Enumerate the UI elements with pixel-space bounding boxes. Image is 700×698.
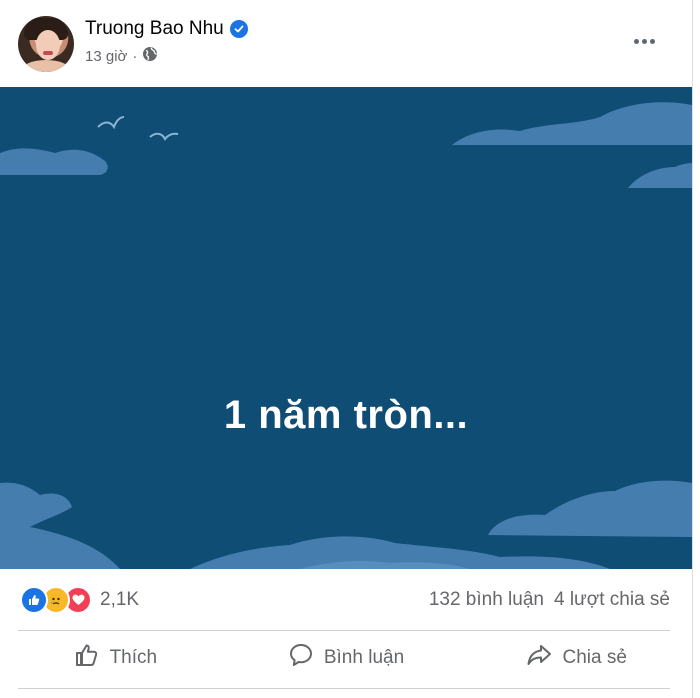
share-button[interactable]: Chia sẻ	[461, 632, 692, 684]
verified-badge-icon	[229, 20, 248, 38]
comment-label: Bình luận	[323, 647, 405, 668]
comment-count[interactable]: 132 bình luận	[429, 589, 544, 611]
post-stats: 2,1K 132 bình luận 4 lượt chia sẻ	[0, 570, 692, 630]
reaction-count: 2,1K	[100, 589, 140, 610]
reaction-summary[interactable]: 2,1K	[20, 586, 140, 614]
post-actions: Thích Bình luận Chia sẻ	[0, 632, 692, 684]
more-options-icon[interactable]	[622, 26, 666, 56]
post-text: 1 năm tròn...	[223, 393, 469, 437]
sky-illustration	[0, 102, 692, 569]
post-meta: 13 giờ ·	[85, 46, 158, 66]
author-avatar[interactable]	[18, 16, 74, 72]
author-name[interactable]: Truong Bao Nhu	[85, 18, 224, 40]
like-label: Thích	[109, 647, 158, 668]
post-background: 1 năm tròn...	[0, 87, 692, 569]
comment-button[interactable]: Bình luận	[231, 632, 462, 684]
thumbs-up-icon	[74, 642, 100, 674]
like-button[interactable]: Thích	[0, 632, 231, 684]
comment-bubble-icon	[288, 642, 314, 674]
share-arrow-icon	[526, 642, 552, 674]
actions-divider	[18, 688, 670, 689]
share-label: Chia sẻ	[562, 647, 627, 668]
like-reaction-icon	[20, 586, 48, 614]
post-time[interactable]: 13 giờ	[85, 48, 127, 65]
post-card: Truong Bao Nhu 13 giờ · 1 năm tròn... 2,…	[0, 0, 693, 698]
meta-separator: ·	[132, 47, 138, 65]
share-count[interactable]: 4 lượt chia sẻ	[554, 589, 670, 611]
post-header: Truong Bao Nhu 13 giờ ·	[0, 0, 692, 86]
engagement-counts: 132 bình luận 4 lượt chia sẻ	[429, 589, 670, 611]
stats-divider	[18, 630, 670, 631]
globe-icon	[142, 46, 158, 66]
author-name-row: Truong Bao Nhu	[85, 17, 248, 41]
